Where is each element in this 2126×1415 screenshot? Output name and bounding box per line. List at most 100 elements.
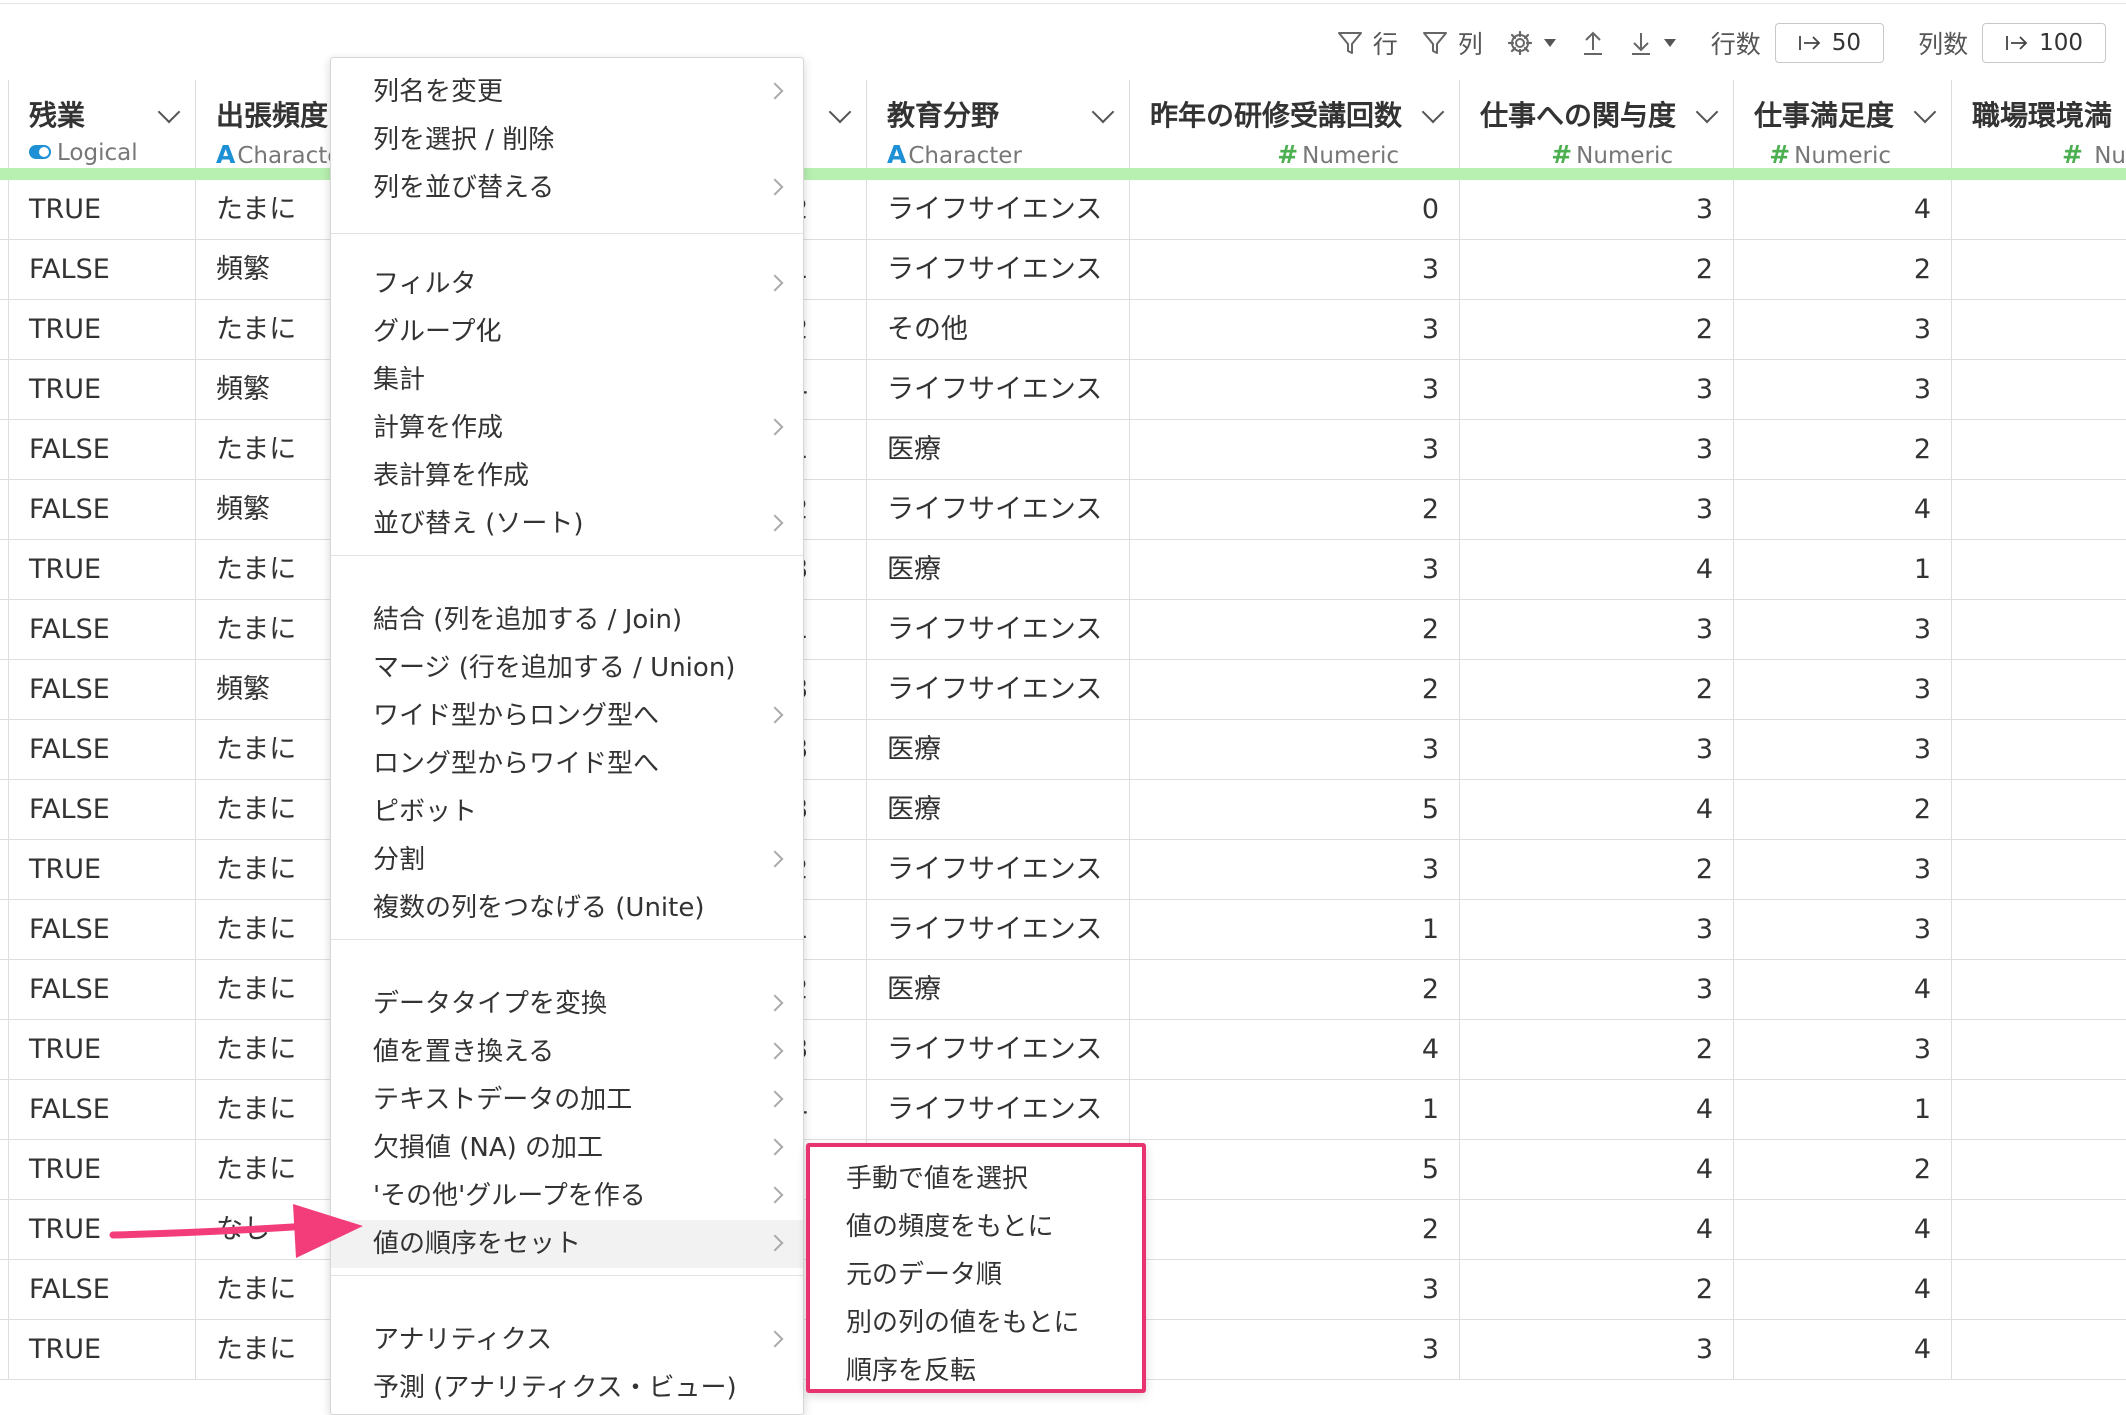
export-button[interactable] bbox=[1581, 30, 1605, 56]
table-cell[interactable]: FALSE bbox=[8, 960, 195, 1020]
table-cell[interactable] bbox=[1951, 540, 2126, 600]
menu-item[interactable]: マージ (行を追加する / Union) bbox=[331, 644, 803, 692]
table-cell[interactable] bbox=[1951, 300, 2126, 360]
table-cell[interactable]: TRUE bbox=[8, 300, 195, 360]
column-header-manzoku[interactable]: 仕事満足度 # Numeric bbox=[1733, 80, 1951, 168]
table-cell[interactable]: たまに bbox=[195, 1020, 345, 1080]
table-cell[interactable]: 4 bbox=[1733, 960, 1951, 1020]
table-cell[interactable]: 3 bbox=[1129, 360, 1459, 420]
table-cell[interactable] bbox=[1951, 1260, 2126, 1320]
menu-item[interactable]: 列を並び替える bbox=[331, 164, 803, 212]
table-cell[interactable]: TRUE bbox=[8, 540, 195, 600]
table-cell[interactable]: 0 bbox=[1129, 180, 1459, 240]
table-cell[interactable]: FALSE bbox=[8, 420, 195, 480]
table-cell[interactable]: FALSE bbox=[8, 780, 195, 840]
table-cell[interactable]: ライフサイエンス bbox=[866, 360, 1129, 420]
menu-item[interactable]: 値を置き換える bbox=[331, 1028, 803, 1076]
table-cell[interactable] bbox=[1951, 960, 2126, 1020]
menu-item[interactable]: 表計算を作成 bbox=[331, 452, 803, 500]
table-cell[interactable]: ライフサイエンス bbox=[866, 480, 1129, 540]
table-cell[interactable]: 4 bbox=[1733, 180, 1951, 240]
table-cell[interactable]: 3 bbox=[1733, 660, 1951, 720]
table-cell[interactable]: 3 bbox=[1733, 300, 1951, 360]
table-cell[interactable]: 3 bbox=[1459, 420, 1733, 480]
table-cell[interactable]: 頻繁 bbox=[195, 660, 345, 720]
row-count-input[interactable]: 50 bbox=[1774, 23, 1885, 63]
table-cell[interactable]: 3 bbox=[1459, 1320, 1733, 1380]
table-cell[interactable]: 2 bbox=[1733, 420, 1951, 480]
table-cell[interactable] bbox=[1951, 720, 2126, 780]
table-cell[interactable]: 4 bbox=[1459, 780, 1733, 840]
table-cell[interactable] bbox=[1951, 180, 2126, 240]
table-cell[interactable]: 2 bbox=[1733, 1140, 1951, 1200]
table-cell[interactable]: 2 bbox=[1733, 240, 1951, 300]
table-cell[interactable] bbox=[1951, 1200, 2126, 1260]
table-cell[interactable]: TRUE bbox=[8, 180, 195, 240]
table-cell[interactable] bbox=[1951, 780, 2126, 840]
menu-item[interactable]: ロング型からワイド型へ bbox=[331, 740, 803, 788]
menu-item[interactable]: 計算を作成 bbox=[331, 404, 803, 452]
menu-item[interactable]: グループ化 bbox=[331, 308, 803, 356]
menu-item[interactable]: 列名を変更 bbox=[331, 68, 803, 116]
chevron-down-icon[interactable] bbox=[828, 100, 852, 124]
table-cell[interactable] bbox=[1951, 1140, 2126, 1200]
table-cell[interactable]: FALSE bbox=[8, 900, 195, 960]
table-cell[interactable]: たまに bbox=[195, 960, 345, 1020]
table-cell[interactable]: 2 bbox=[1733, 780, 1951, 840]
table-cell[interactable]: 2 bbox=[1459, 1020, 1733, 1080]
settings-dropdown-button[interactable] bbox=[1507, 30, 1557, 56]
table-cell[interactable]: たまに bbox=[195, 900, 345, 960]
table-cell[interactable]: たまに bbox=[195, 1080, 345, 1140]
table-cell[interactable]: 1 bbox=[1129, 1080, 1459, 1140]
table-cell[interactable]: ライフサイエンス bbox=[866, 1080, 1129, 1140]
table-cell[interactable]: 3 bbox=[1129, 720, 1459, 780]
table-cell[interactable]: ライフサイエンス bbox=[866, 840, 1129, 900]
table-cell[interactable]: FALSE bbox=[8, 720, 195, 780]
table-cell[interactable] bbox=[1951, 480, 2126, 540]
column-header-kenshu[interactable]: 昨年の研修受講回数 # Numeric bbox=[1129, 80, 1459, 168]
table-cell[interactable]: たまに bbox=[195, 1320, 345, 1380]
table-cell[interactable]: 1 bbox=[1733, 1080, 1951, 1140]
table-cell[interactable]: 4 bbox=[1733, 1200, 1951, 1260]
submenu-item[interactable]: 手動で値を選択 bbox=[810, 1155, 1142, 1203]
table-cell[interactable] bbox=[1951, 1020, 2126, 1080]
table-cell[interactable]: 1 bbox=[1129, 900, 1459, 960]
submenu-item[interactable]: 別の列の値をもとに bbox=[810, 1299, 1142, 1347]
table-cell[interactable]: FALSE bbox=[8, 1080, 195, 1140]
table-cell[interactable]: 3 bbox=[1459, 360, 1733, 420]
table-cell[interactable]: たまに bbox=[195, 300, 345, 360]
table-cell[interactable]: 3 bbox=[1733, 360, 1951, 420]
submenu-item[interactable]: 値の頻度をもとに bbox=[810, 1203, 1142, 1251]
table-cell[interactable]: TRUE bbox=[8, 360, 195, 420]
table-cell[interactable] bbox=[1951, 900, 2126, 960]
table-cell[interactable]: 医療 bbox=[866, 780, 1129, 840]
menu-item[interactable]: 分割 bbox=[331, 836, 803, 884]
table-cell[interactable]: たまに bbox=[195, 180, 345, 240]
column-header-zangyo[interactable]: 残業 Logical bbox=[8, 80, 195, 168]
table-cell[interactable]: 頻繁 bbox=[195, 240, 345, 300]
table-cell[interactable]: TRUE bbox=[8, 1320, 195, 1380]
table-cell[interactable]: TRUE bbox=[8, 1020, 195, 1080]
table-cell[interactable]: 3 bbox=[1733, 600, 1951, 660]
table-cell[interactable]: 3 bbox=[1129, 300, 1459, 360]
table-cell[interactable]: 3 bbox=[1733, 900, 1951, 960]
menu-item[interactable]: 複数の列をつなげる (Unite) bbox=[331, 884, 803, 932]
table-cell[interactable]: 医療 bbox=[866, 960, 1129, 1020]
menu-item[interactable]: 予測 (アナリティクス・ビュー) bbox=[331, 1364, 803, 1412]
column-count-input[interactable]: 100 bbox=[1982, 23, 2106, 63]
menu-item[interactable]: 'その他'グループを作る bbox=[331, 1172, 803, 1220]
table-cell[interactable]: FALSE bbox=[8, 660, 195, 720]
menu-item[interactable]: 結合 (列を追加する / Join) bbox=[331, 596, 803, 644]
table-cell[interactable]: 3 bbox=[1129, 540, 1459, 600]
table-cell[interactable]: 4 bbox=[1459, 1080, 1733, 1140]
table-cell[interactable]: 2 bbox=[1129, 660, 1459, 720]
table-cell[interactable]: ライフサイエンス bbox=[866, 900, 1129, 960]
download-dropdown-button[interactable] bbox=[1629, 30, 1677, 56]
table-cell[interactable]: 1 bbox=[1733, 540, 1951, 600]
table-cell[interactable]: たまに bbox=[195, 720, 345, 780]
table-cell[interactable]: 4 bbox=[1459, 540, 1733, 600]
table-cell[interactable] bbox=[1951, 240, 2126, 300]
table-cell[interactable]: 4 bbox=[1459, 1200, 1733, 1260]
submenu-item[interactable]: 元のデータ順 bbox=[810, 1251, 1142, 1299]
table-cell[interactable]: 2 bbox=[1459, 660, 1733, 720]
